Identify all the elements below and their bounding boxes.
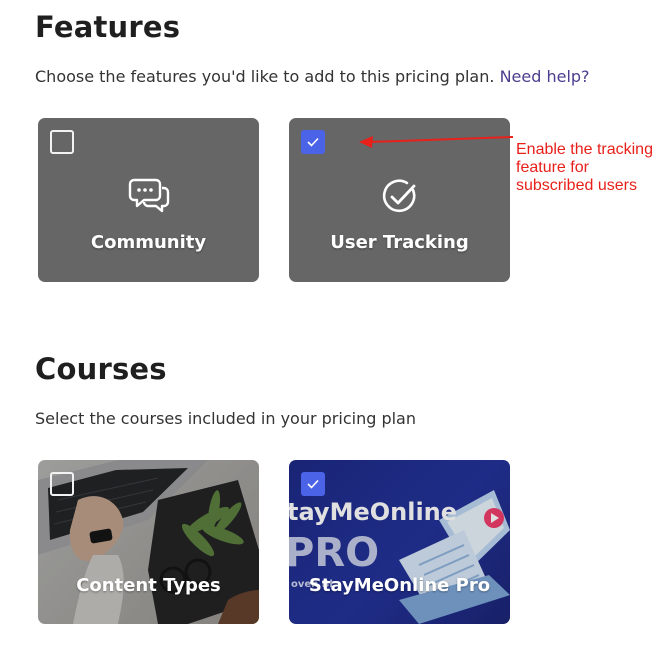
staymeonline-pro-checkbox[interactable] [301, 472, 325, 496]
course-card-staymeonline-pro[interactable]: tayMeOnline PRO oven Bl StayMeOnline Pro [289, 460, 510, 624]
features-description-text: Choose the features you'd like to add to… [35, 67, 495, 86]
features-description: Choose the features you'd like to add to… [35, 67, 590, 86]
community-checkbox[interactable] [50, 130, 74, 154]
staymeonline-pro-label: StayMeOnline Pro [308, 575, 491, 596]
content-types-checkbox[interactable] [50, 472, 74, 496]
content-types-label: Content Types [76, 575, 221, 596]
user-tracking-label: User Tracking [330, 232, 469, 253]
courses-description: Select the courses included in your pric… [35, 409, 416, 428]
courses-title: Courses [35, 352, 167, 386]
user-tracking-checkbox[interactable] [301, 130, 325, 154]
feature-card-community[interactable]: Community [38, 118, 259, 282]
annotation-note: Enable the tracking feature for subscrib… [516, 141, 653, 194]
annotation-arrow [359, 136, 514, 148]
need-help-link[interactable]: Need help? [500, 67, 590, 86]
course-card-content-types[interactable]: Content Types [38, 460, 259, 624]
features-title: Features [35, 10, 181, 44]
check-circle-icon [381, 178, 419, 220]
chat-bubbles-icon [128, 176, 170, 218]
community-label: Community [90, 232, 207, 253]
